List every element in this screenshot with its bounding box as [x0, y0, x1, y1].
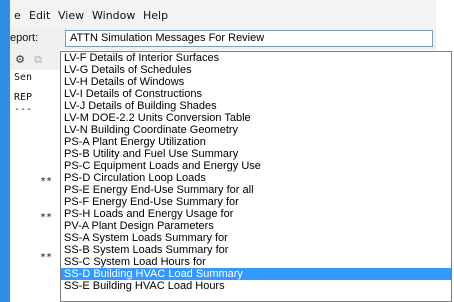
report-text-line: **: [40, 212, 53, 223]
menu-help[interactable]: Help: [143, 9, 168, 23]
dropdown-option[interactable]: LV-I Details of Constructions: [61, 88, 451, 100]
dropdown-option[interactable]: LV-G Details of Schedules: [61, 64, 451, 76]
dropdown-option[interactable]: PV-A Plant Design Parameters: [61, 220, 451, 232]
dropdown-option[interactable]: PS-H Loads and Energy Usage for: [61, 208, 451, 220]
dropdown-option[interactable]: LV-N Building Coordinate Geometry: [61, 124, 451, 136]
dropdown-option[interactable]: PS-D Circulation Loop Loads: [61, 172, 451, 184]
report-text-line: Sen: [14, 72, 33, 83]
menu-view[interactable]: View: [58, 9, 84, 23]
report-dropdown-list[interactable]: LV-F Details of Interior Surfaces LV-G D…: [60, 51, 452, 302]
menu-edit[interactable]: Edit: [29, 9, 50, 23]
dropdown-option[interactable]: LV-M DOE-2.2 Units Conversion Table: [61, 112, 451, 124]
menu-window[interactable]: Window: [92, 9, 135, 23]
report-text-area: Sen REP --- ** ** **: [10, 70, 60, 302]
report-text-line: **: [40, 176, 53, 187]
dropdown-option[interactable]: PS-B Utility and Fuel Use Summary: [61, 148, 451, 160]
dropdown-option[interactable]: LV-H Details of Windows: [61, 76, 451, 88]
dropdown-option[interactable]: SS-C System Load Hours for: [61, 256, 451, 268]
menu-file[interactable]: e: [14, 9, 21, 23]
report-select[interactable]: ATTN Simulation Messages For Review: [65, 30, 433, 47]
dropdown-option[interactable]: PS-F Energy End-Use Summary for: [61, 196, 451, 208]
dropdown-option[interactable]: SS-B System Loads Summary for: [61, 244, 451, 256]
settings-icon[interactable]: ⚙: [12, 52, 28, 68]
report-text-line: REP: [14, 92, 33, 103]
copy-icon[interactable]: ⧉: [30, 52, 46, 68]
report-text-line: **: [40, 252, 53, 263]
menu-bar: e Edit View Window Help: [10, 0, 436, 28]
dropdown-option[interactable]: PS-E Energy End-Use Summary for all: [61, 184, 451, 196]
dropdown-option[interactable]: LV-J Details of Building Shades: [61, 100, 451, 112]
desktop-background-strip: [0, 0, 10, 302]
dropdown-option[interactable]: SS-A System Loads Summary for: [61, 232, 451, 244]
dropdown-option[interactable]: PS-A Plant Energy Utilization: [61, 136, 451, 148]
report-selector-row: eport: ATTN Simulation Messages For Revi…: [10, 28, 436, 50]
dropdown-option[interactable]: SS-E Building HVAC Load Hours: [61, 280, 451, 292]
dropdown-option-selected[interactable]: SS-D Building HVAC Load Summary: [61, 268, 451, 280]
report-label: eport:: [10, 32, 39, 44]
dropdown-option[interactable]: LV-F Details of Interior Surfaces: [61, 52, 451, 64]
report-text-line: ---: [14, 104, 33, 115]
dropdown-option[interactable]: PS-C Equipment Loads and Energy Use: [61, 160, 451, 172]
toolbar: ⚙ ⧉: [10, 50, 60, 70]
